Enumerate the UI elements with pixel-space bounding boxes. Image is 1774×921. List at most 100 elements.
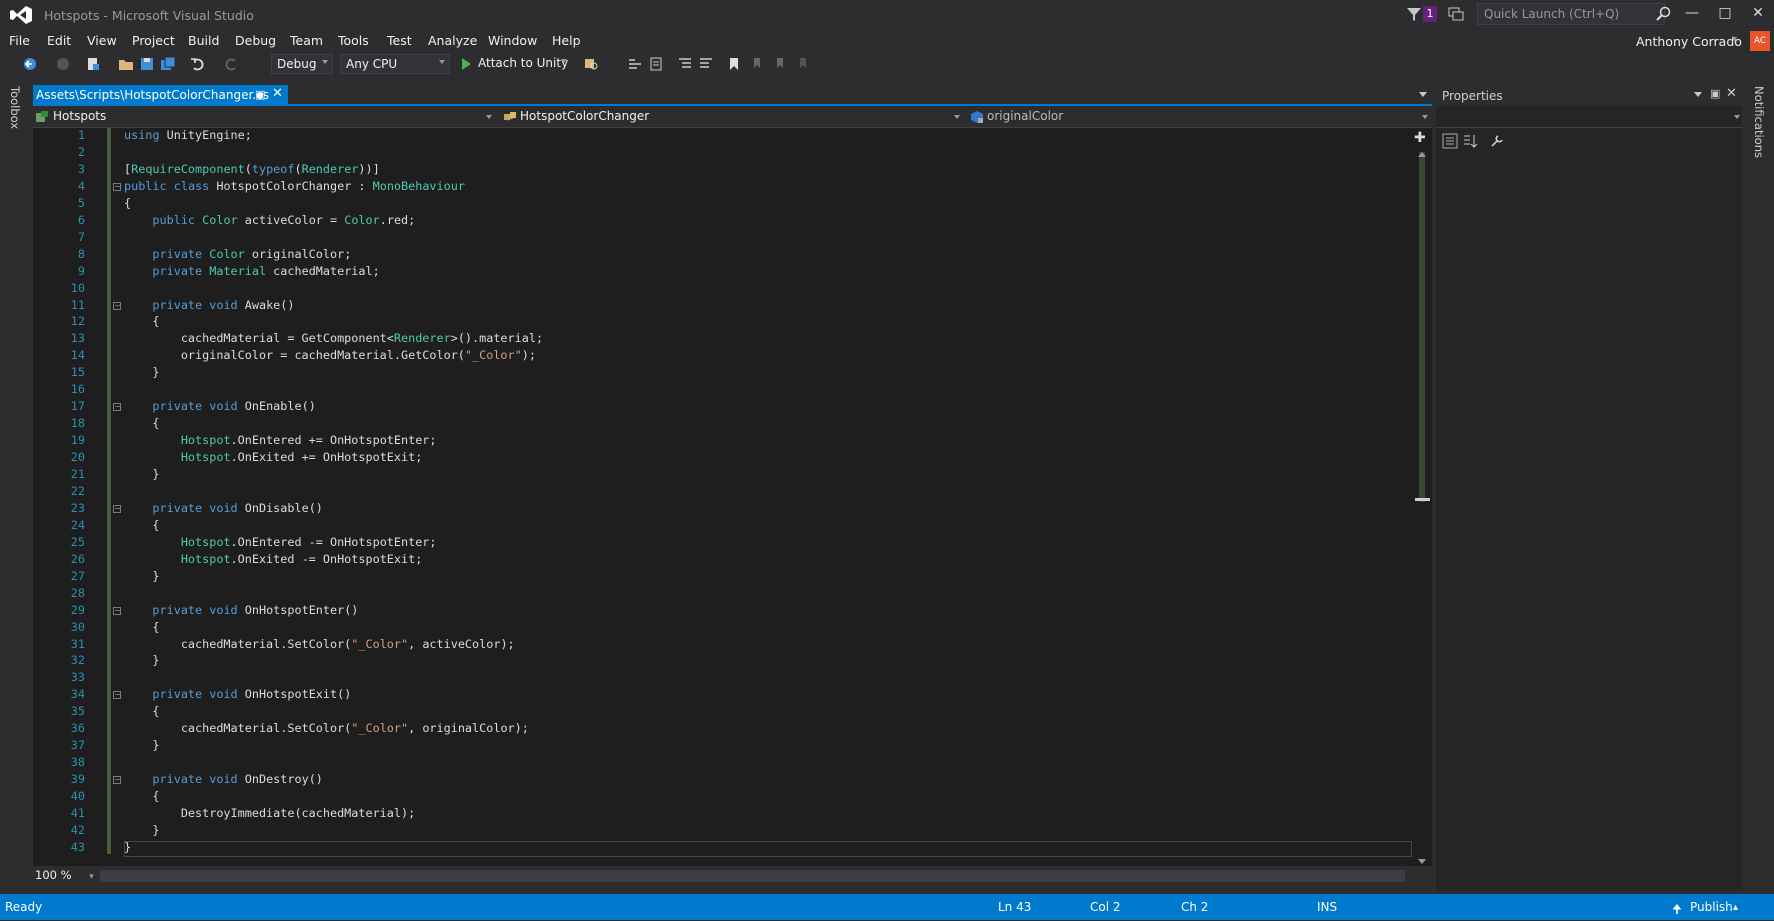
menu-build[interactable]: Build — [188, 33, 219, 48]
code-line[interactable]: } — [124, 467, 159, 481]
menu-project[interactable]: Project — [132, 33, 175, 48]
code-line[interactable]: Hotspot.OnEntered += OnHotspotEnter; — [124, 433, 437, 447]
zoom-select[interactable]: 100 % ▾ — [35, 868, 94, 882]
code-line[interactable]: } — [124, 569, 159, 583]
menu-test[interactable]: Test — [387, 33, 412, 48]
code-line[interactable]: { — [124, 196, 131, 210]
code-line[interactable]: { — [124, 518, 159, 532]
code-line[interactable]: private Material cachedMaterial; — [124, 264, 379, 278]
code-line[interactable]: } — [124, 365, 159, 379]
scroll-down-icon[interactable] — [1418, 859, 1426, 864]
chevron-down-icon[interactable] — [1422, 115, 1428, 119]
code-line[interactable]: private void OnHotspotEnter() — [124, 603, 358, 617]
notification-badge[interactable]: 1 — [1423, 6, 1437, 22]
pin-icon[interactable]: ▣ — [1710, 87, 1720, 100]
code-line[interactable]: private void OnDestroy() — [124, 772, 322, 786]
collapse-icon[interactable]: − — [113, 691, 121, 700]
feedback-icon[interactable] — [1448, 6, 1464, 22]
code-line[interactable]: } — [124, 823, 159, 837]
publish-icon[interactable]: 🠉 — [1672, 900, 1682, 921]
code-line[interactable]: private void Awake() — [124, 298, 294, 312]
new-project-icon[interactable] — [85, 56, 101, 72]
code-line[interactable]: { — [124, 704, 159, 718]
code-line[interactable]: Hotspot.OnExited -= OnHotspotExit; — [124, 552, 422, 566]
step-icon[interactable] — [627, 56, 643, 72]
code-line[interactable]: private void OnEnable() — [124, 399, 315, 413]
type-dropdown[interactable]: HotspotColorChanger — [520, 109, 649, 123]
code-line[interactable]: } — [124, 738, 159, 752]
uncomment-lines-icon[interactable] — [698, 56, 714, 72]
code-line[interactable]: private void OnDisable() — [124, 501, 322, 515]
menu-help[interactable]: Help — [552, 33, 581, 48]
play-icon[interactable] — [458, 56, 474, 72]
toolbox-tab[interactable]: Toolbox — [8, 86, 22, 129]
code-line[interactable]: [RequireComponent(typeof(Renderer))] — [124, 162, 380, 176]
scroll-up-icon[interactable] — [1418, 152, 1426, 157]
menu-window[interactable]: Window — [488, 33, 537, 48]
menu-debug[interactable]: Debug — [235, 33, 276, 48]
filter-icon[interactable] — [1405, 5, 1423, 23]
split-window-icon[interactable]: ✚ — [1414, 130, 1426, 146]
chevron-down-icon[interactable] — [954, 115, 960, 119]
navigate-forward-icon[interactable] — [55, 56, 71, 72]
tab-overflow-icon[interactable] — [1419, 92, 1427, 97]
maximize-button[interactable]: □ — [1710, 5, 1740, 25]
chevron-down-icon[interactable] — [486, 115, 492, 119]
code-line[interactable]: private void OnHotspotExit() — [124, 687, 351, 701]
alphabetical-icon[interactable] — [1462, 133, 1478, 149]
collapse-icon[interactable]: − — [113, 606, 121, 615]
next-bookmark-icon[interactable] — [773, 56, 789, 72]
breakpoints-icon[interactable] — [648, 56, 664, 72]
close-icon[interactable]: ✕ — [1726, 86, 1737, 101]
chevron-down-icon[interactable]: ▾ — [1732, 34, 1737, 45]
user-name[interactable]: Anthony Corrado — [1636, 34, 1742, 49]
pin-icon[interactable]: ▣ — [255, 88, 265, 101]
code-line[interactable]: public class HotspotColorChanger : MonoB… — [124, 179, 465, 193]
menu-team[interactable]: Team — [290, 33, 323, 48]
collapse-icon[interactable]: − — [113, 776, 121, 785]
property-pages-icon[interactable] — [1489, 133, 1505, 149]
code-line[interactable]: cachedMaterial = GetComponent<Renderer>(… — [124, 331, 543, 345]
save-all-icon[interactable] — [160, 56, 176, 72]
properties-object-select[interactable] — [1436, 106, 1742, 128]
menu-view[interactable]: View — [87, 33, 117, 48]
code-line[interactable]: DestroyImmediate(cachedMaterial); — [124, 806, 415, 820]
previous-bookmark-icon[interactable] — [750, 56, 766, 72]
code-line[interactable]: Hotspot.OnExited += OnHotspotExit; — [124, 450, 422, 464]
redo-icon[interactable] — [223, 56, 239, 72]
bookmark-icon[interactable] — [726, 56, 742, 72]
quick-launch-input[interactable]: Quick Launch (Ctrl+Q) — [1477, 3, 1665, 25]
member-dropdown[interactable]: originalColor — [987, 109, 1063, 123]
window-position-icon[interactable] — [1694, 92, 1702, 97]
project-dropdown[interactable]: Hotspots — [53, 109, 106, 123]
clear-bookmarks-icon[interactable] — [796, 56, 812, 72]
code-line[interactable]: cachedMaterial.SetColor("_Color", origin… — [124, 721, 529, 735]
code-line[interactable]: Hotspot.OnEntered -= OnHotspotEnter; — [124, 535, 437, 549]
code-editor[interactable] — [33, 128, 1413, 866]
document-tab[interactable]: Assets\Scripts\HotspotColorChanger.cs — [33, 85, 288, 105]
avatar[interactable]: AC — [1750, 31, 1770, 51]
notifications-tab[interactable]: Notifications — [1752, 86, 1766, 158]
code-line[interactable]: { — [124, 314, 159, 328]
close-icon[interactable]: ✕ — [272, 86, 283, 101]
code-line[interactable]: { — [124, 620, 159, 634]
configuration-select[interactable]: Debug — [271, 54, 333, 74]
code-line[interactable]: public Color activeColor = Color.red; — [124, 213, 415, 227]
code-line[interactable]: { — [124, 789, 159, 803]
menu-edit[interactable]: Edit — [47, 33, 71, 48]
undo-icon[interactable] — [190, 56, 206, 72]
code-line[interactable]: { — [124, 416, 159, 430]
categorized-icon[interactable] — [1442, 133, 1458, 149]
code-line[interactable]: private Color originalColor; — [124, 247, 351, 261]
horizontal-scrollbar[interactable] — [100, 870, 1405, 882]
menu-file[interactable]: File — [9, 33, 30, 48]
search-icon[interactable] — [1656, 6, 1672, 22]
save-icon[interactable] — [139, 56, 155, 72]
code-line[interactable]: originalColor = cachedMaterial.GetColor(… — [124, 348, 536, 362]
collapse-icon[interactable]: − — [113, 182, 121, 191]
code-line[interactable]: } — [124, 653, 159, 667]
menu-tools[interactable]: Tools — [338, 33, 369, 48]
chevron-down-icon[interactable] — [1734, 115, 1740, 119]
code-line[interactable]: using UnityEngine; — [124, 128, 252, 142]
minimize-button[interactable]: — — [1677, 5, 1707, 25]
